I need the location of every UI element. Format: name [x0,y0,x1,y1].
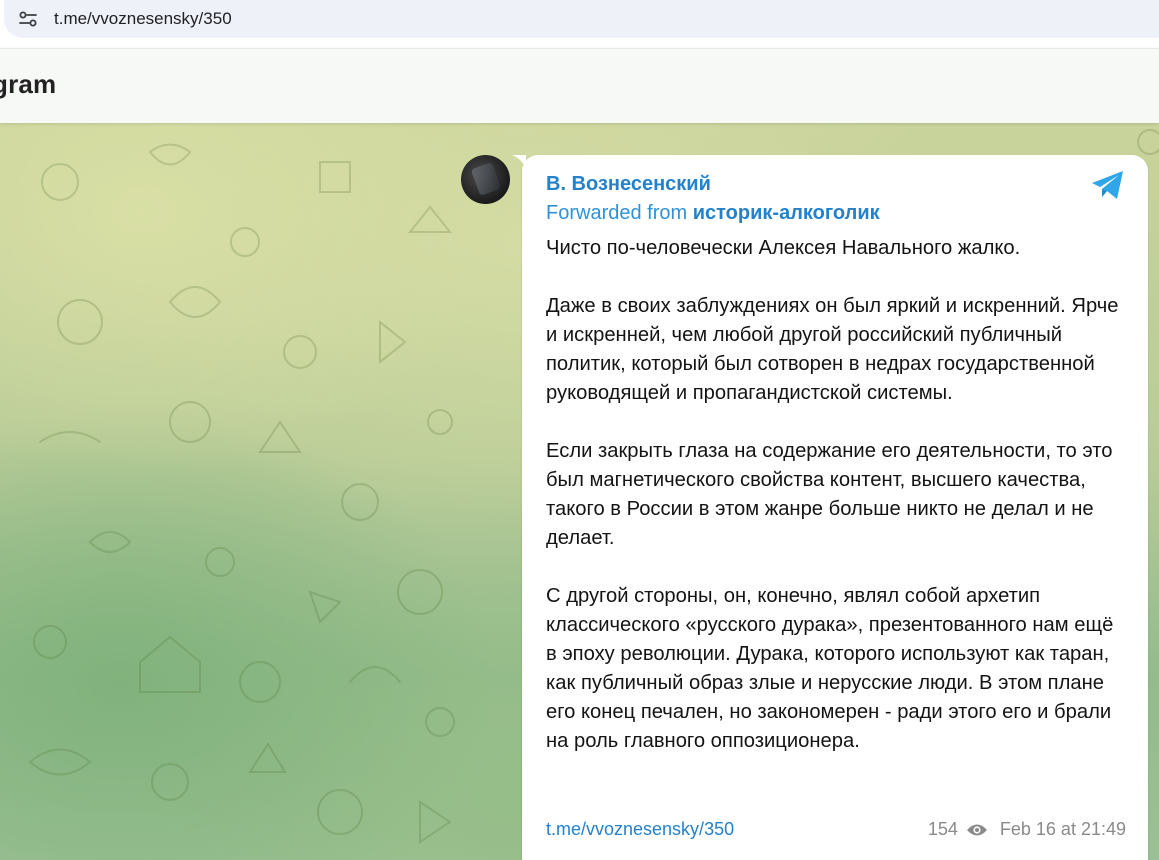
eye-icon [966,824,987,835]
message-paragraph: Чисто по-человечески Алексея Навального … [546,237,1021,259]
header-title[interactable]: gram [0,69,56,100]
forwarded-source-link[interactable]: историк-алкоголик [693,202,880,224]
forwarded-prefix: Forwarded from [546,202,693,224]
forwarded-from: Forwarded from историк-алкоголик [546,202,880,225]
site-settings-icon[interactable] [18,9,38,29]
message-paragraph: Если закрыть глаза на содержание его дея… [546,440,1113,549]
message-text: Чисто по-человечески Алексея Навального … [546,234,1126,785]
browser-url-bar: t.me/vvoznesensky/350 [0,0,1159,40]
telegram-header: gram [0,48,1159,123]
message-timestamp[interactable]: Feb 16 at 21:49 [1000,819,1126,840]
message-bubble: В. Вознесенский Forwarded from историк-а… [522,155,1148,860]
url-text[interactable]: t.me/vvoznesensky/350 [54,9,232,29]
message-footer: t.me/vvoznesensky/350 154 Feb 16 at 21:4… [546,819,1126,843]
message-meta: 154 Feb 16 at 21:49 [928,819,1126,840]
channel-avatar[interactable] [461,155,510,204]
message-paragraph: С другой стороны, он, конечно, являл соб… [546,585,1114,752]
view-count: 154 [927,819,958,839]
message-paragraph: Даже в своих заблуждениях он был яркий и… [546,295,1119,404]
address-bar[interactable]: t.me/vvoznesensky/350 [4,0,1159,38]
telegram-send-icon[interactable] [1090,169,1126,201]
message-author[interactable]: В. Вознесенский [546,173,711,196]
post-link[interactable]: t.me/vvoznesensky/350 [546,819,734,840]
